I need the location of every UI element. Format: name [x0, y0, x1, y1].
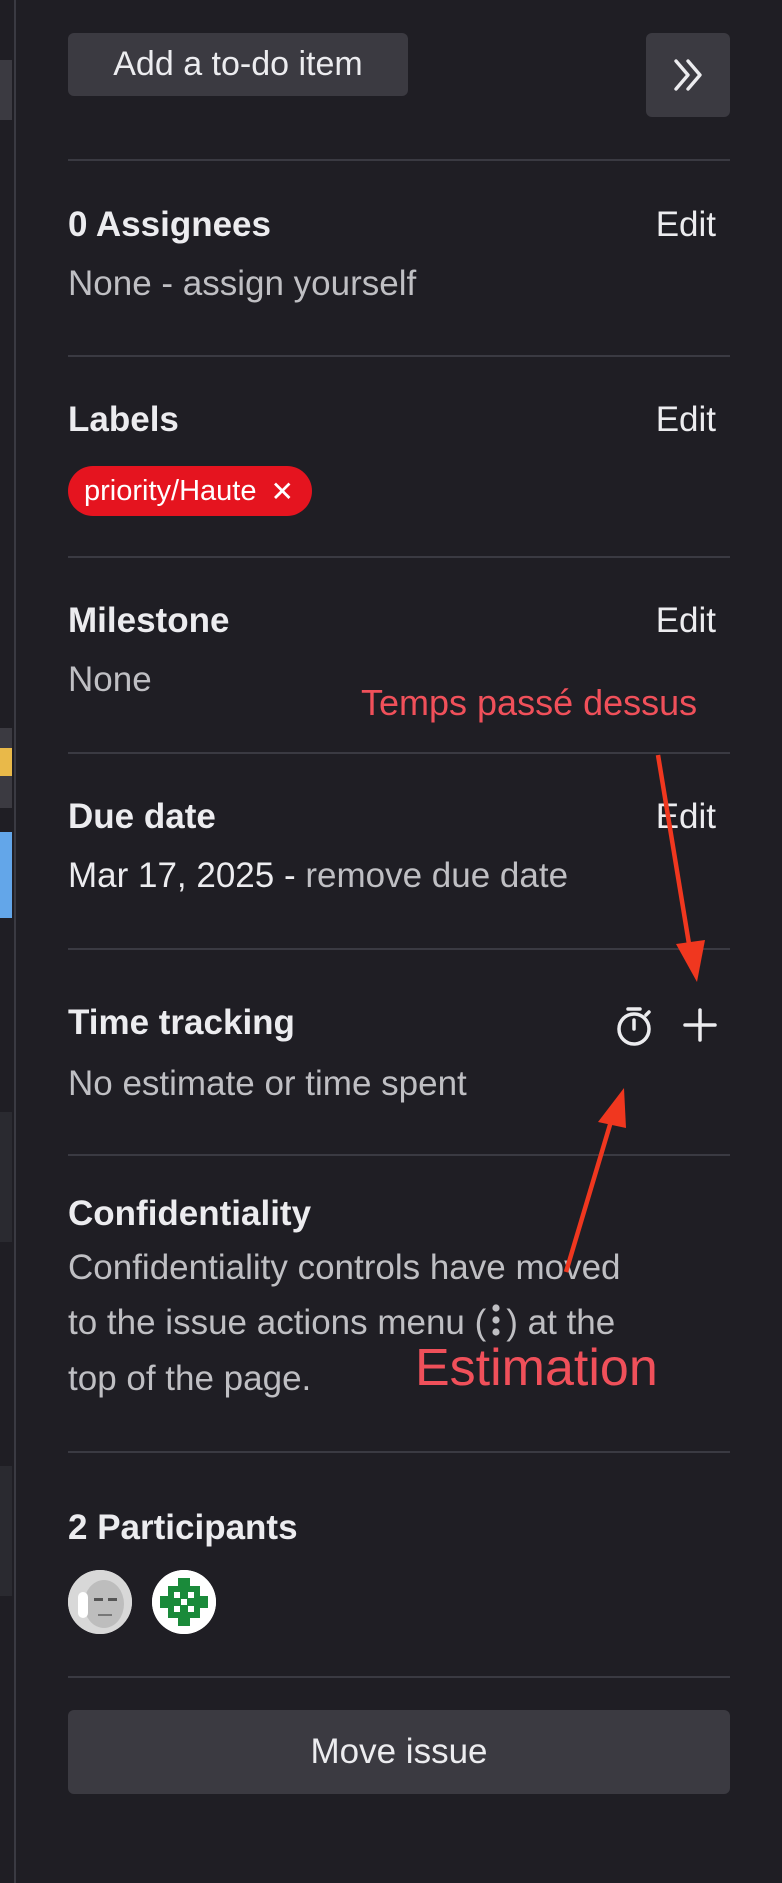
arrow-to-plus: [655, 754, 693, 951]
arrow-to-stopwatch-head: [598, 1088, 626, 1128]
arrow-to-stopwatch: [563, 1117, 615, 1273]
annotation-arrows: [563, 754, 705, 1273]
arrow-to-plus-head: [676, 940, 705, 982]
